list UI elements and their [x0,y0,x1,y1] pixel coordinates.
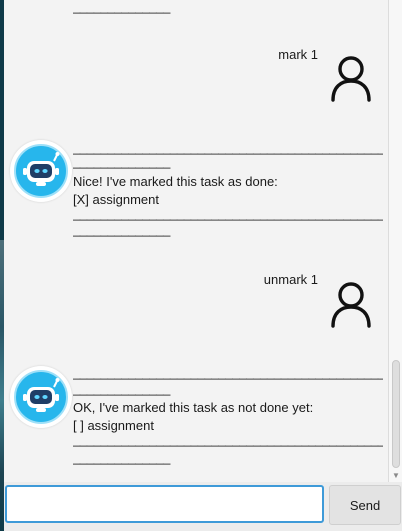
user-message-text: unmark 1 [263,272,318,287]
bot-message-line: Nice! I've marked this task as done: [73,174,278,189]
chat-scroll-pane[interactable]: ______________ mark 1 __________________… [4,0,388,482]
input-bar: Send [4,482,402,531]
bot-message-line: OK, I've marked this task as not done ye… [73,400,314,415]
send-button[interactable]: Send [329,485,401,525]
chevron-down-icon[interactable]: ▼ [391,472,401,480]
user-silhouette-icon [331,56,371,102]
robot-head-icon [14,144,68,198]
bot-avatar [10,366,72,428]
user-silhouette-icon [331,282,371,328]
robot-head-icon [14,370,68,424]
separator-long: ________________________________________… [73,207,383,221]
message-input[interactable] [5,485,324,523]
separator-short: ______________ [73,382,171,396]
chat-window: ______________ mark 1 __________________… [4,0,402,531]
scrollbar-thumb[interactable] [392,360,400,468]
separator-long: ________________________________________… [73,141,383,155]
separator-short: ______________ [73,155,171,169]
bot-avatar [10,140,72,202]
separator-long: ________________________________________… [73,366,383,380]
separator-short: ______________ [73,451,171,465]
vertical-scrollbar[interactable]: ▼ [388,0,402,482]
user-message-text: mark 1 [278,47,318,62]
separator-short: ______________ [73,0,171,14]
separator-long: ________________________________________… [73,433,383,447]
separator-short: ______________ [73,223,171,237]
